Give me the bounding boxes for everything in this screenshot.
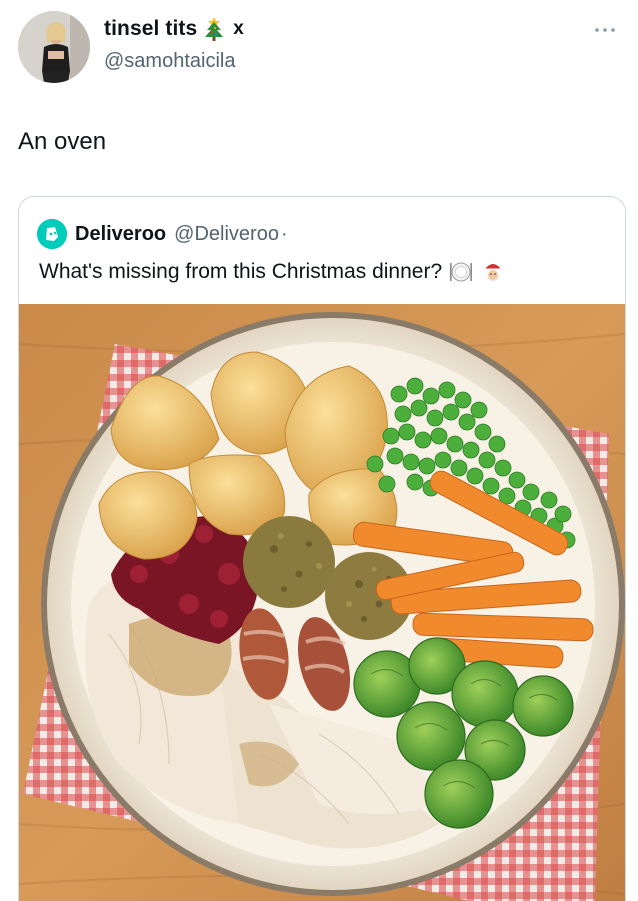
author-name-row: tinsel tits x (104, 16, 244, 42)
tweet-card: tinsel tits x @samohtaicila An oven Deli… (0, 0, 638, 901)
quoted-text-row: What's missing from this Christmas dinne… (39, 259, 506, 285)
quoted-tweet[interactable]: Deliveroo @Deliveroo · What's missing fr… (18, 196, 626, 901)
name-suffix: x (233, 18, 244, 39)
plate-cutlery-icon (448, 259, 474, 285)
avatar-photo (18, 11, 90, 83)
christmas-tree-icon (203, 16, 225, 42)
deliveroo-logo-icon[interactable] (37, 219, 67, 249)
author-handle[interactable]: @samohtaicila (104, 50, 235, 73)
more-options-icon[interactable] (590, 20, 620, 40)
santa-icon (480, 259, 506, 285)
quoted-display-name[interactable]: Deliveroo (75, 223, 166, 246)
quoted-separator: · (280, 222, 288, 245)
christmas-dinner-photo[interactable] (19, 304, 625, 901)
author-display-name[interactable]: tinsel tits (104, 17, 197, 41)
quoted-text: What's missing from this Christmas dinne… (39, 260, 443, 283)
quoted-handle[interactable]: @Deliveroo (174, 223, 279, 246)
author-avatar[interactable] (18, 11, 90, 83)
tweet-text: An oven (18, 128, 107, 155)
quoted-header: Deliveroo @Deliveroo · (37, 219, 288, 249)
